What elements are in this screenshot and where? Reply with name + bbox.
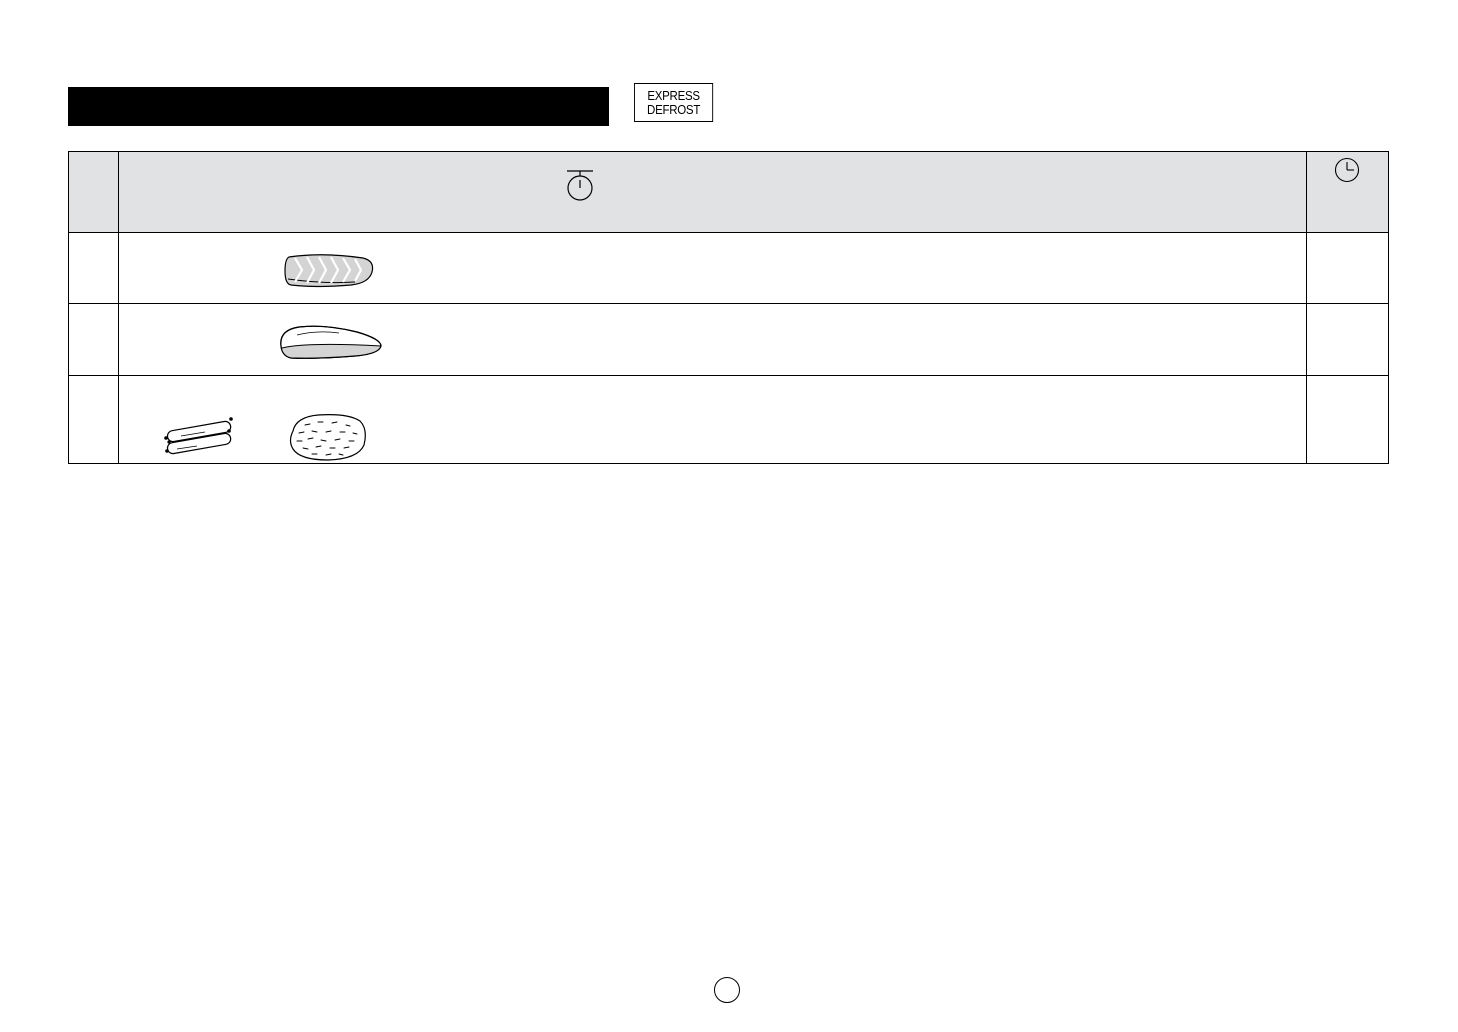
clock-icon	[1334, 157, 1360, 183]
sausages-icon	[164, 417, 233, 455]
header-cell-weight	[118, 151, 1307, 233]
time-cell	[1306, 375, 1389, 464]
express-defrost-label-line2: DEFROST	[647, 102, 701, 117]
row-number-cell	[68, 303, 119, 376]
defrost-table	[68, 151, 1389, 464]
header-cell-number	[68, 151, 119, 233]
time-cell	[1306, 232, 1389, 304]
food-cell	[118, 303, 1307, 376]
table-row	[68, 303, 1389, 376]
chicken-breast-icon	[280, 325, 382, 359]
minced-meat-icon	[289, 414, 366, 461]
express-defrost-label-line1: EXPRESS	[647, 88, 700, 103]
page-number-circle	[714, 977, 740, 1003]
time-cell	[1306, 303, 1389, 376]
fish-fillet-icon	[284, 254, 374, 288]
express-defrost-button[interactable]: EXPRESS DEFROST	[634, 83, 714, 122]
table-header-row	[68, 151, 1389, 233]
food-cell	[118, 375, 1307, 464]
weight-scale-icon	[567, 170, 593, 201]
table-row	[68, 232, 1389, 304]
header-cell-time	[1306, 151, 1389, 233]
food-cell	[118, 232, 1307, 304]
table-row	[68, 375, 1389, 464]
row-number-cell	[68, 375, 119, 464]
section-title-bar	[68, 87, 609, 126]
row-number-cell	[68, 232, 119, 304]
